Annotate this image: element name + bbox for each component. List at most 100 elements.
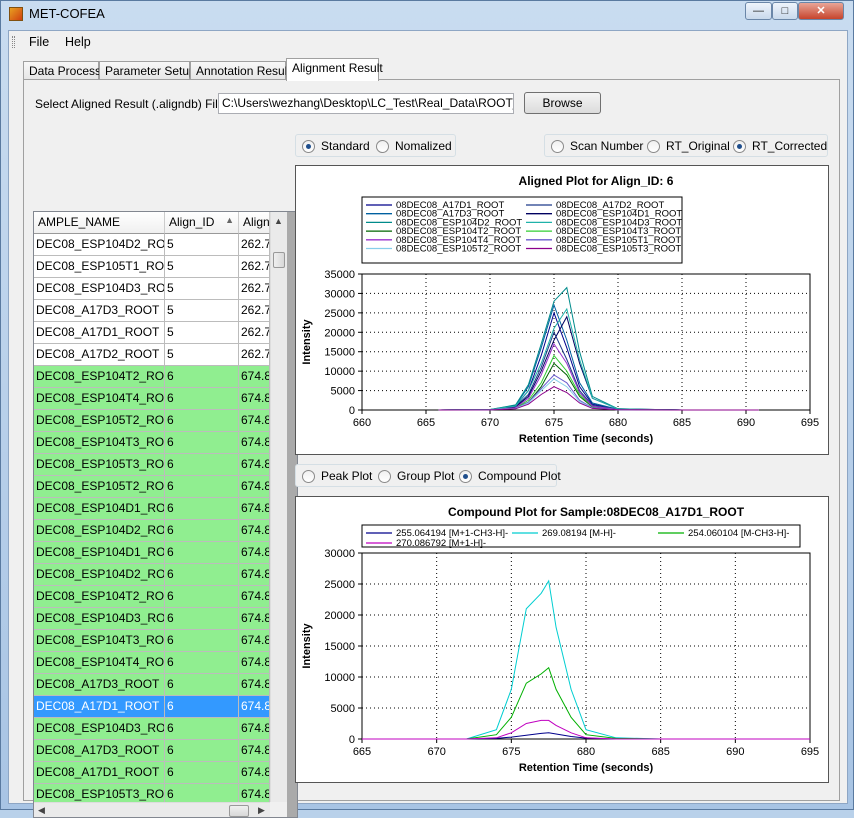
table-cell[interactable]: 674.8 <box>239 586 270 608</box>
table-cell[interactable]: 262.7 <box>239 234 270 256</box>
table-cell[interactable]: DEC08_A17D2_ROOT <box>34 344 165 366</box>
vertical-scroll-thumb[interactable] <box>273 252 285 268</box>
horizontal-scrollbar[interactable]: ◀ ▶ <box>34 802 287 817</box>
table-cell[interactable]: 674.8 <box>239 564 270 586</box>
rt-original-radio[interactable] <box>647 140 660 153</box>
table-cell[interactable]: DEC08_ESP104T2_ROOT <box>34 366 165 388</box>
table-cell[interactable]: DEC08_ESP104T4_ROOT <box>34 652 165 674</box>
normalized-radio[interactable] <box>376 140 389 153</box>
standard-radio[interactable] <box>302 140 315 153</box>
peak-plot-radio[interactable] <box>302 470 315 483</box>
table-cell[interactable]: 6 <box>165 454 239 476</box>
browse-button[interactable]: Browse <box>524 92 601 114</box>
table-row[interactable]: DEC08_ESP104D3_ROOT6674.8 <box>34 718 270 740</box>
table-cell[interactable]: 674.8 <box>239 674 270 696</box>
table-cell[interactable]: 6 <box>165 718 239 740</box>
table-cell[interactable]: 674.8 <box>239 366 270 388</box>
table-row[interactable]: DEC08_ESP104T3_ROOT6674.8 <box>34 432 270 454</box>
table-cell[interactable]: 674.8 <box>239 652 270 674</box>
table-row[interactable]: DEC08_ESP104D3_ROOT6674.8 <box>34 608 270 630</box>
table-cell[interactable]: 262.7 <box>239 278 270 300</box>
scroll-right-icon[interactable]: ▶ <box>258 805 265 816</box>
table-cell[interactable]: 262.7 <box>239 256 270 278</box>
menu-help[interactable]: Help <box>65 35 91 49</box>
table-cell[interactable]: DEC08_ESP104D2_ROOT <box>34 564 165 586</box>
group-plot-radio[interactable] <box>378 470 391 483</box>
table-cell[interactable]: DEC08_ESP104D2_ROOT <box>34 520 165 542</box>
table-row[interactable]: DEC08_ESP104T3_ROOT6674.8 <box>34 630 270 652</box>
table-cell[interactable]: 674.8 <box>239 498 270 520</box>
table-cell[interactable]: 5 <box>165 344 239 366</box>
table-cell[interactable]: DEC08_A17D1_ROOT <box>34 762 165 784</box>
table-cell[interactable]: DEC08_ESP104T4_ROOT <box>34 388 165 410</box>
table-row[interactable]: DEC08_ESP104D1_ROOT6674.8 <box>34 498 270 520</box>
table-row[interactable]: DEC08_A17D3_ROOT 6 674.8 <box>34 740 270 762</box>
scan-number-radio[interactable] <box>551 140 564 153</box>
table-row[interactable]: DEC08_ESP104D2_ROOT5262.7 <box>34 234 270 256</box>
column-header-sample-name[interactable]: AMPLE_NAME <box>34 212 165 234</box>
table-cell[interactable]: 674.8 <box>239 696 270 718</box>
table-cell[interactable]: 674.8 <box>239 542 270 564</box>
table-cell[interactable]: DEC08_A17D3_ROOT <box>34 674 165 696</box>
table-cell[interactable]: 674.8 <box>239 718 270 740</box>
table-cell[interactable]: 262.7 <box>239 300 270 322</box>
file-path-input[interactable]: C:\Users\wezhang\Desktop\LC_Test\Real_Da… <box>218 93 514 114</box>
table-row[interactable]: DEC08_ESP105T2_ROOT6674.8 <box>34 410 270 432</box>
minimize-button[interactable]: — <box>745 2 772 20</box>
vertical-scrollbar[interactable]: ▲ <box>270 212 287 802</box>
table-cell[interactable]: 6 <box>165 586 239 608</box>
table-row[interactable]: DEC08_ESP104D1_ROOT6674.8 <box>34 542 270 564</box>
table-row[interactable]: DEC08_A17D2_ROOT 5 262.7 <box>34 344 270 366</box>
table-cell[interactable]: 6 <box>165 542 239 564</box>
table-row[interactable]: DEC08_A17D1_ROOT 6 674.8 <box>34 762 270 784</box>
scroll-up-icon[interactable]: ▲ <box>274 216 283 226</box>
table-cell[interactable]: 5 <box>165 234 239 256</box>
table-cell[interactable]: 674.8 <box>239 454 270 476</box>
table-cell[interactable]: 262.7 <box>239 344 270 366</box>
table-row[interactable]: DEC08_ESP104D2_ROOT6674.8 <box>34 520 270 542</box>
table-cell[interactable]: DEC08_A17D1_ROOT <box>34 696 165 718</box>
maximize-button[interactable]: □ <box>772 2 798 20</box>
table-cell[interactable]: DEC08_ESP104T3_ROOT <box>34 630 165 652</box>
table-cell[interactable]: DEC08_ESP104D3_ROOT <box>34 718 165 740</box>
table-row[interactable]: DEC08_ESP104T2_ROOT6674.8 <box>34 366 270 388</box>
table-cell[interactable]: 6 <box>165 520 239 542</box>
table-cell[interactable]: DEC08_A17D3_ROOT <box>34 300 165 322</box>
table-cell[interactable]: 674.8 <box>239 388 270 410</box>
table-cell[interactable]: DEC08_ESP105T3_ROOT <box>34 454 165 476</box>
table-cell[interactable]: 6 <box>165 608 239 630</box>
table-row[interactable]: DEC08_ESP104T2_ROOT6674.8 <box>34 586 270 608</box>
rt-corrected-radio[interactable] <box>733 140 746 153</box>
table-cell[interactable]: 6 <box>165 696 239 718</box>
table-cell[interactable]: DEC08_ESP104T3_ROOT <box>34 432 165 454</box>
table-row[interactable]: DEC08_ESP104T4_ROOT6674.8 <box>34 652 270 674</box>
table-cell[interactable]: 6 <box>165 410 239 432</box>
table-row[interactable]: DEC08_ESP104T4_ROOT6674.8 <box>34 388 270 410</box>
tab-data-process[interactable]: Data Process <box>23 61 101 80</box>
table-cell[interactable]: 674.8 <box>239 520 270 542</box>
tab-annotation-result[interactable]: Annotation Result <box>190 61 291 80</box>
table-row[interactable]: DEC08_ESP104D3_ROOT5262.7 <box>34 278 270 300</box>
table-cell[interactable]: 6 <box>165 652 239 674</box>
table-cell[interactable]: 5 <box>165 300 239 322</box>
table-cell[interactable]: DEC08_ESP105T2_ROOT <box>34 410 165 432</box>
menu-file[interactable]: File <box>29 35 49 49</box>
table-cell[interactable]: DEC08_ESP104T2_ROOT <box>34 586 165 608</box>
compound-plot-radio[interactable] <box>459 470 472 483</box>
table-cell[interactable]: 674.8 <box>239 762 270 784</box>
table-row[interactable]: DEC08_A17D1_ROOT 6 674.8 <box>34 696 270 718</box>
table-cell[interactable]: 6 <box>165 762 239 784</box>
table-cell[interactable]: DEC08_A17D1_ROOT <box>34 322 165 344</box>
table-cell[interactable]: 5 <box>165 256 239 278</box>
table-cell[interactable]: DEC08_ESP105T1_ROOT <box>34 256 165 278</box>
table-cell[interactable]: 6 <box>165 564 239 586</box>
table-row[interactable]: DEC08_ESP105T1_ROOT5262.7 <box>34 256 270 278</box>
table-cell[interactable]: 5 <box>165 322 239 344</box>
table-cell[interactable]: 5 <box>165 278 239 300</box>
table-row[interactable]: DEC08_A17D1_ROOT 5 262.7 <box>34 322 270 344</box>
table-cell[interactable]: 6 <box>165 498 239 520</box>
table-cell[interactable]: 6 <box>165 740 239 762</box>
table-cell[interactable]: 674.8 <box>239 608 270 630</box>
table-cell[interactable]: 6 <box>165 432 239 454</box>
scroll-left-icon[interactable]: ◀ <box>38 805 45 816</box>
